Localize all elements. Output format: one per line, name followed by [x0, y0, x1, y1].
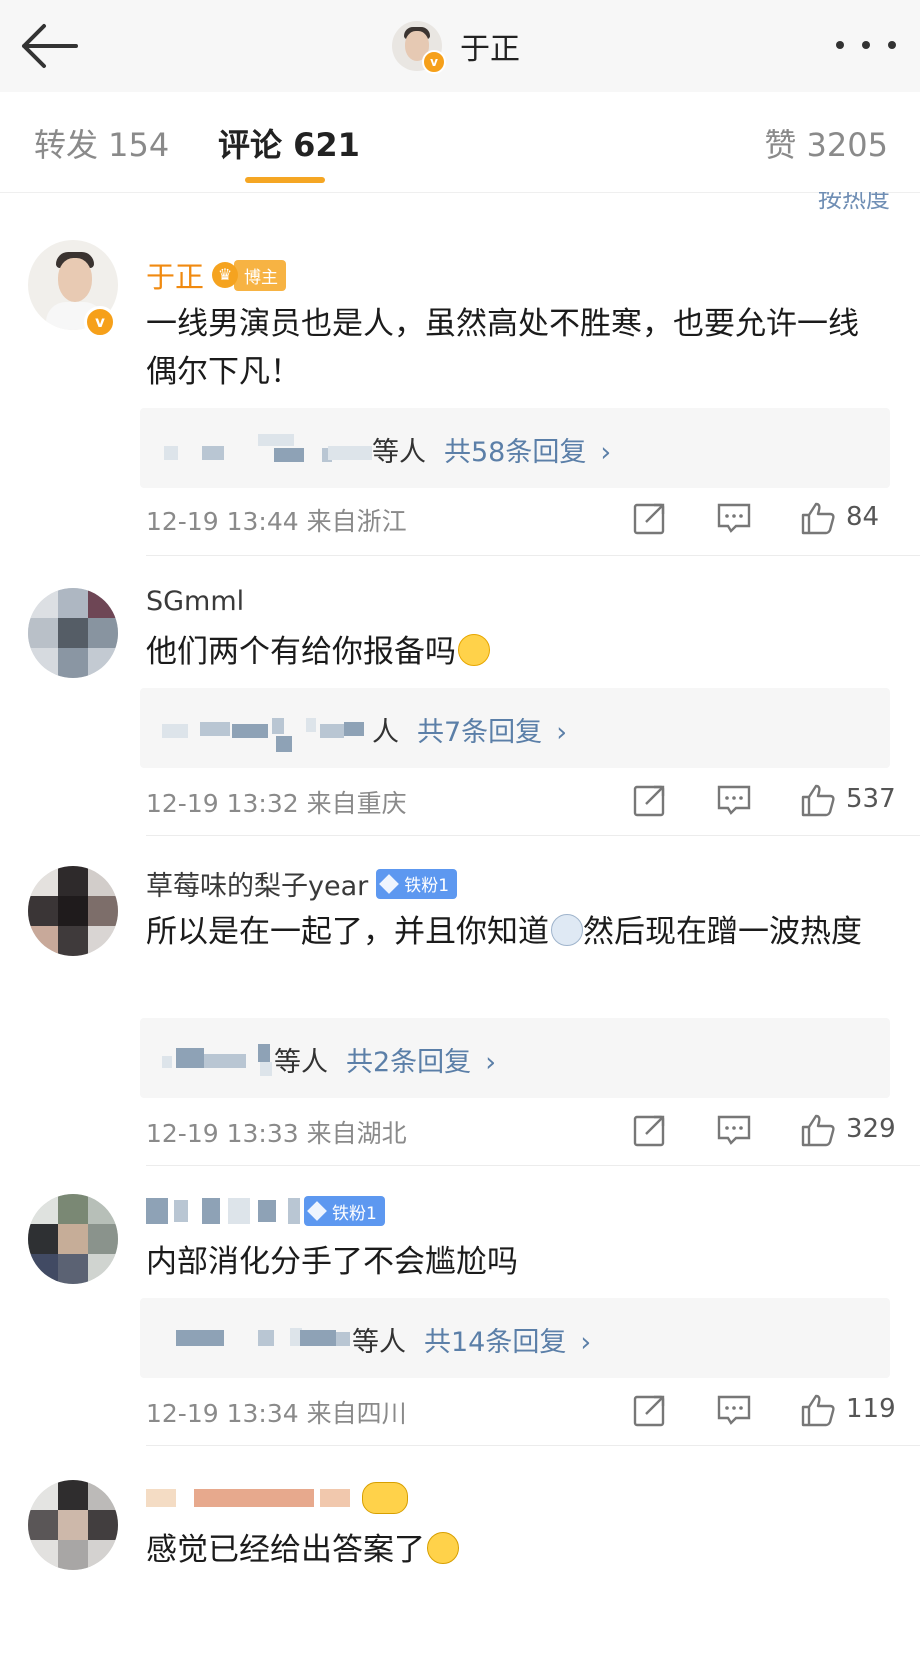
- comment-text: 感觉已经给出答案了: [146, 1526, 876, 1574]
- comment-location: 来自重庆: [306, 789, 407, 818]
- shocked-emoji-icon: [551, 914, 583, 946]
- header-avatar[interactable]: v: [392, 21, 446, 74]
- thumbs-up-icon[interactable]: [800, 500, 836, 536]
- active-tab-indicator: [245, 177, 325, 183]
- comment-time: 12-19 13:44: [146, 507, 299, 536]
- like-count: 329: [846, 1114, 896, 1144]
- chevron-right-icon: ›: [485, 1047, 496, 1078]
- comment-meta: 12-19 13:34 来自四川: [146, 1394, 407, 1430]
- reply-summary[interactable]: 等人 共2条回复 ›: [140, 1018, 890, 1098]
- chevron-right-icon: ›: [600, 437, 612, 468]
- reply-count[interactable]: 共58条回复: [444, 437, 586, 468]
- fan-badge: 铁粉1: [376, 868, 458, 899]
- divider: [146, 1165, 920, 1166]
- comment-author[interactable]: 于正: [146, 254, 204, 296]
- comment-icon[interactable]: [716, 500, 752, 536]
- sort-toggle[interactable]: 按热度: [818, 192, 890, 214]
- comment-item: SGmml 他们两个有给你报备吗 人共7条回复 › 12-19 13:32 来自重…: [0, 570, 920, 840]
- share-icon[interactable]: [632, 1112, 668, 1148]
- more-dots-icon[interactable]: [836, 32, 896, 58]
- comment-text: 内部消化分手了不会尴尬吗: [146, 1244, 518, 1280]
- verified-icon: v: [84, 306, 116, 338]
- reply-count[interactable]: 共2条回复: [346, 1047, 471, 1078]
- emoji-icon: [427, 1532, 459, 1564]
- comment-text: 一线男演员也是人，虽然高处不胜寒，也要允许一线偶尔下凡！: [146, 306, 859, 390]
- comment-icon[interactable]: [716, 782, 752, 818]
- reply-count[interactable]: 共7条回复: [417, 717, 542, 748]
- back-arrow-icon[interactable]: [20, 22, 80, 70]
- comment-author[interactable]: 铁粉1: [146, 1196, 385, 1226]
- header-profile[interactable]: v 于正: [392, 18, 520, 74]
- share-icon[interactable]: [632, 782, 668, 818]
- thumbs-up-icon[interactable]: [800, 1112, 836, 1148]
- comment-meta: 12-19 13:32 来自重庆: [146, 784, 407, 820]
- reply-summary[interactable]: 等人 共14条回复 ›: [140, 1298, 890, 1378]
- page-title: 于正: [460, 32, 520, 67]
- comment-time: 12-19 13:33: [146, 1119, 299, 1148]
- comment-item: v 于正 ♛ 博主 一线男演员也是人，虽然高处不胜寒，也要允许一线偶尔下凡！ 等…: [0, 230, 920, 560]
- comment-text: 他们两个有给你报备吗: [146, 628, 876, 676]
- fan-badge: 铁粉1: [304, 1196, 385, 1226]
- like-count: 537: [846, 784, 896, 814]
- comment-location: 来自湖北: [306, 1119, 407, 1148]
- comment-time: 12-19 13:34: [146, 1399, 299, 1428]
- crown-icon: ♛: [212, 262, 239, 288]
- tab-bar: 转发 154 评论 621 赞 3205: [0, 92, 920, 193]
- reply-summary[interactable]: 人共7条回复 ›: [140, 688, 890, 768]
- comment-text: 所以是在一起了，并且你知道 然后现在蹭一波热度: [146, 914, 862, 950]
- comment-actions: 119: [632, 1392, 896, 1432]
- thumbs-up-icon[interactable]: [800, 782, 836, 818]
- tab-likes[interactable]: 赞 3205: [764, 120, 888, 166]
- comment-time: 12-19 13:32: [146, 789, 299, 818]
- reply-summary[interactable]: 等人 共58条回复 ›: [140, 408, 890, 488]
- chevron-right-icon: ›: [580, 1327, 592, 1358]
- crown-emoji-icon: [362, 1482, 408, 1514]
- comment-author[interactable]: [146, 1482, 408, 1514]
- verified-icon: v: [422, 50, 446, 74]
- like-count: 84: [846, 502, 880, 532]
- comment-author[interactable]: SGmml: [146, 586, 244, 617]
- divider: [146, 555, 920, 556]
- comment-location: 来自四川: [306, 1399, 407, 1428]
- avatar[interactable]: [28, 1480, 118, 1570]
- comment-item: 感觉已经给出答案了: [0, 1460, 920, 1662]
- comment-location: 来自浙江: [306, 507, 407, 536]
- reply-count[interactable]: 共14条回复: [424, 1327, 566, 1358]
- laughing-emoji-icon: [458, 634, 490, 666]
- comment-item: 草莓味的梨子year 铁粉1 所以是在一起了，并且你知道 然后现在蹭一波热度 等人…: [0, 850, 920, 1170]
- share-icon[interactable]: [632, 1392, 668, 1428]
- diamond-icon: [307, 1201, 327, 1221]
- divider: [146, 1445, 920, 1446]
- share-icon[interactable]: [632, 500, 668, 536]
- comment-author[interactable]: 草莓味的梨子year: [146, 864, 368, 903]
- chevron-right-icon: ›: [556, 717, 567, 748]
- like-count: 119: [846, 1394, 896, 1424]
- avatar[interactable]: [28, 1194, 118, 1284]
- thumbs-up-icon[interactable]: [800, 1392, 836, 1428]
- comment-meta: 12-19 13:33 来自湖北: [146, 1114, 407, 1150]
- comment-item: 铁粉1 内部消化分手了不会尴尬吗 等人 共14条回复 › 12-19 13:34 来…: [0, 1180, 920, 1450]
- avatar[interactable]: [28, 588, 118, 678]
- diamond-icon: [379, 873, 400, 894]
- tab-repost[interactable]: 转发 154: [34, 120, 169, 166]
- avatar[interactable]: [28, 866, 118, 956]
- sort-label: 按热度: [818, 192, 890, 213]
- divider: [146, 835, 920, 836]
- comment-actions: 84: [632, 500, 892, 540]
- blogger-badge: ♛ 博主: [212, 259, 287, 291]
- comment-actions: 329: [632, 1112, 896, 1152]
- comment-meta: 12-19 13:44 来自浙江: [146, 502, 407, 538]
- tab-comments[interactable]: 评论 621: [218, 120, 360, 166]
- comment-actions: 537: [632, 782, 896, 822]
- comment-icon[interactable]: [716, 1392, 752, 1428]
- comment-icon[interactable]: [716, 1112, 752, 1148]
- top-bar: v 于正: [0, 0, 920, 92]
